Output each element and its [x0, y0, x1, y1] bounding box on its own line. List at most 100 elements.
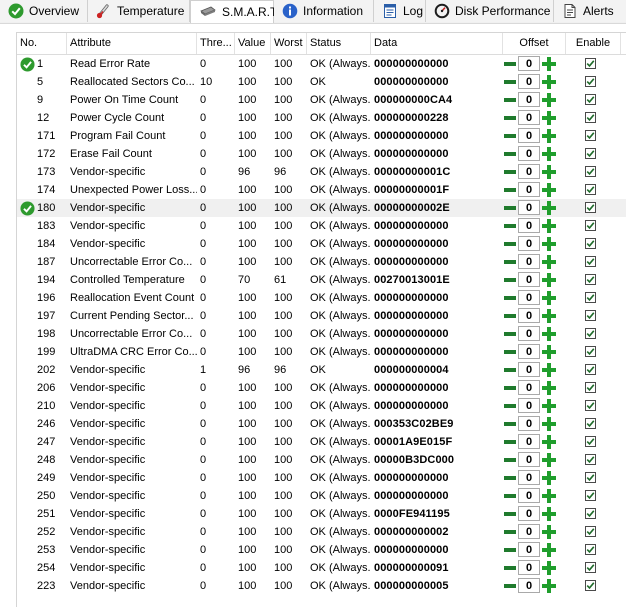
plus-icon[interactable]	[542, 579, 556, 593]
enable-checkbox[interactable]	[585, 94, 596, 105]
plus-icon[interactable]	[542, 183, 556, 197]
minus-icon[interactable]	[504, 435, 516, 449]
plus-icon[interactable]	[542, 399, 556, 413]
minus-icon[interactable]	[504, 309, 516, 323]
minus-icon[interactable]	[504, 327, 516, 341]
offset-value-field[interactable]: 0	[518, 128, 540, 143]
column-header-no[interactable]: No.	[17, 33, 67, 54]
offset-value-field[interactable]: 0	[518, 488, 540, 503]
plus-icon[interactable]	[542, 363, 556, 377]
plus-icon[interactable]	[542, 489, 556, 503]
minus-icon[interactable]	[504, 417, 516, 431]
minus-icon[interactable]	[504, 489, 516, 503]
plus-icon[interactable]	[542, 309, 556, 323]
offset-value-field[interactable]: 0	[518, 200, 540, 215]
offset-value-field[interactable]: 0	[518, 506, 540, 521]
minus-icon[interactable]	[504, 507, 516, 521]
offset-value-field[interactable]: 0	[518, 74, 540, 89]
enable-checkbox[interactable]	[585, 400, 596, 411]
plus-icon[interactable]	[542, 345, 556, 359]
offset-value-field[interactable]: 0	[518, 326, 540, 341]
table-row[interactable]: 251 Vendor-specific 0 100 100 OK (Always... 00…	[17, 505, 626, 523]
minus-icon[interactable]	[504, 111, 516, 125]
tab-log[interactable]: Log	[374, 0, 426, 22]
plus-icon[interactable]	[542, 507, 556, 521]
minus-icon[interactable]	[504, 255, 516, 269]
plus-icon[interactable]	[542, 111, 556, 125]
minus-icon[interactable]	[504, 75, 516, 89]
offset-value-field[interactable]: 0	[518, 560, 540, 575]
table-row[interactable]: 250 Vendor-specific 0 100 100 OK (Always... 00…	[17, 487, 626, 505]
column-header-data[interactable]: Data	[371, 33, 503, 54]
offset-value-field[interactable]: 0	[518, 272, 540, 287]
minus-icon[interactable]	[504, 129, 516, 143]
enable-checkbox[interactable]	[585, 274, 596, 285]
offset-value-field[interactable]: 0	[518, 344, 540, 359]
enable-checkbox[interactable]	[585, 310, 596, 321]
offset-value-field[interactable]: 0	[518, 416, 540, 431]
enable-checkbox[interactable]	[585, 256, 596, 267]
column-header-attribute[interactable]: Attribute	[67, 33, 197, 54]
enable-checkbox[interactable]	[585, 112, 596, 123]
column-header-enable[interactable]: Enable	[566, 33, 621, 54]
enable-checkbox[interactable]	[585, 436, 596, 447]
enable-checkbox[interactable]	[585, 418, 596, 429]
enable-checkbox[interactable]	[585, 292, 596, 303]
minus-icon[interactable]	[504, 147, 516, 161]
plus-icon[interactable]	[542, 237, 556, 251]
offset-value-field[interactable]: 0	[518, 290, 540, 305]
plus-icon[interactable]	[542, 147, 556, 161]
table-row[interactable]: 199 UltraDMA CRC Error Co... 0 100 100 OK (Al…	[17, 343, 626, 361]
offset-value-field[interactable]: 0	[518, 182, 540, 197]
table-row[interactable]: 180 Vendor-specific 0 100 100 OK (Always... 00…	[17, 199, 626, 217]
enable-checkbox[interactable]	[585, 130, 596, 141]
plus-icon[interactable]	[542, 75, 556, 89]
offset-value-field[interactable]: 0	[518, 362, 540, 377]
minus-icon[interactable]	[504, 471, 516, 485]
table-row[interactable]: 248 Vendor-specific 0 100 100 OK (Always... 00…	[17, 451, 626, 469]
table-row[interactable]: 173 Vendor-specific 0 96 96 OK (Always... 0000…	[17, 163, 626, 181]
table-row[interactable]: 247 Vendor-specific 0 100 100 OK (Always... 00…	[17, 433, 626, 451]
plus-icon[interactable]	[542, 525, 556, 539]
plus-icon[interactable]	[542, 453, 556, 467]
table-row[interactable]: 249 Vendor-specific 0 100 100 OK (Always... 00…	[17, 469, 626, 487]
minus-icon[interactable]	[504, 363, 516, 377]
offset-value-field[interactable]: 0	[518, 578, 540, 593]
column-header-offset[interactable]: Offset	[503, 33, 566, 54]
enable-checkbox[interactable]	[585, 328, 596, 339]
enable-checkbox[interactable]	[585, 148, 596, 159]
table-row[interactable]: 246 Vendor-specific 0 100 100 OK (Always... 00…	[17, 415, 626, 433]
plus-icon[interactable]	[542, 327, 556, 341]
minus-icon[interactable]	[504, 291, 516, 305]
minus-icon[interactable]	[504, 165, 516, 179]
offset-value-field[interactable]: 0	[518, 308, 540, 323]
table-row[interactable]: 187 Uncorrectable Error Co... 0 100 100 OK (A…	[17, 253, 626, 271]
plus-icon[interactable]	[542, 435, 556, 449]
offset-value-field[interactable]: 0	[518, 542, 540, 557]
offset-value-field[interactable]: 0	[518, 380, 540, 395]
enable-checkbox[interactable]	[585, 346, 596, 357]
offset-value-field[interactable]: 0	[518, 146, 540, 161]
minus-icon[interactable]	[504, 543, 516, 557]
offset-value-field[interactable]: 0	[518, 398, 540, 413]
minus-icon[interactable]	[504, 399, 516, 413]
offset-value-field[interactable]: 0	[518, 92, 540, 107]
plus-icon[interactable]	[542, 543, 556, 557]
minus-icon[interactable]	[504, 273, 516, 287]
table-row[interactable]: 253 Vendor-specific 0 100 100 OK (Always... 00…	[17, 541, 626, 559]
minus-icon[interactable]	[504, 453, 516, 467]
table-row[interactable]: 198 Uncorrectable Error Co... 0 100 100 OK (A…	[17, 325, 626, 343]
offset-value-field[interactable]: 0	[518, 236, 540, 251]
enable-checkbox[interactable]	[585, 454, 596, 465]
table-row[interactable]: 252 Vendor-specific 0 100 100 OK (Always... 00…	[17, 523, 626, 541]
enable-checkbox[interactable]	[585, 58, 596, 69]
enable-checkbox[interactable]	[585, 580, 596, 591]
minus-icon[interactable]	[504, 93, 516, 107]
column-header-status[interactable]: Status	[307, 33, 371, 54]
offset-value-field[interactable]: 0	[518, 164, 540, 179]
plus-icon[interactable]	[542, 165, 556, 179]
minus-icon[interactable]	[504, 579, 516, 593]
tab-information[interactable]: Information	[274, 0, 374, 22]
enable-checkbox[interactable]	[585, 508, 596, 519]
enable-checkbox[interactable]	[585, 364, 596, 375]
